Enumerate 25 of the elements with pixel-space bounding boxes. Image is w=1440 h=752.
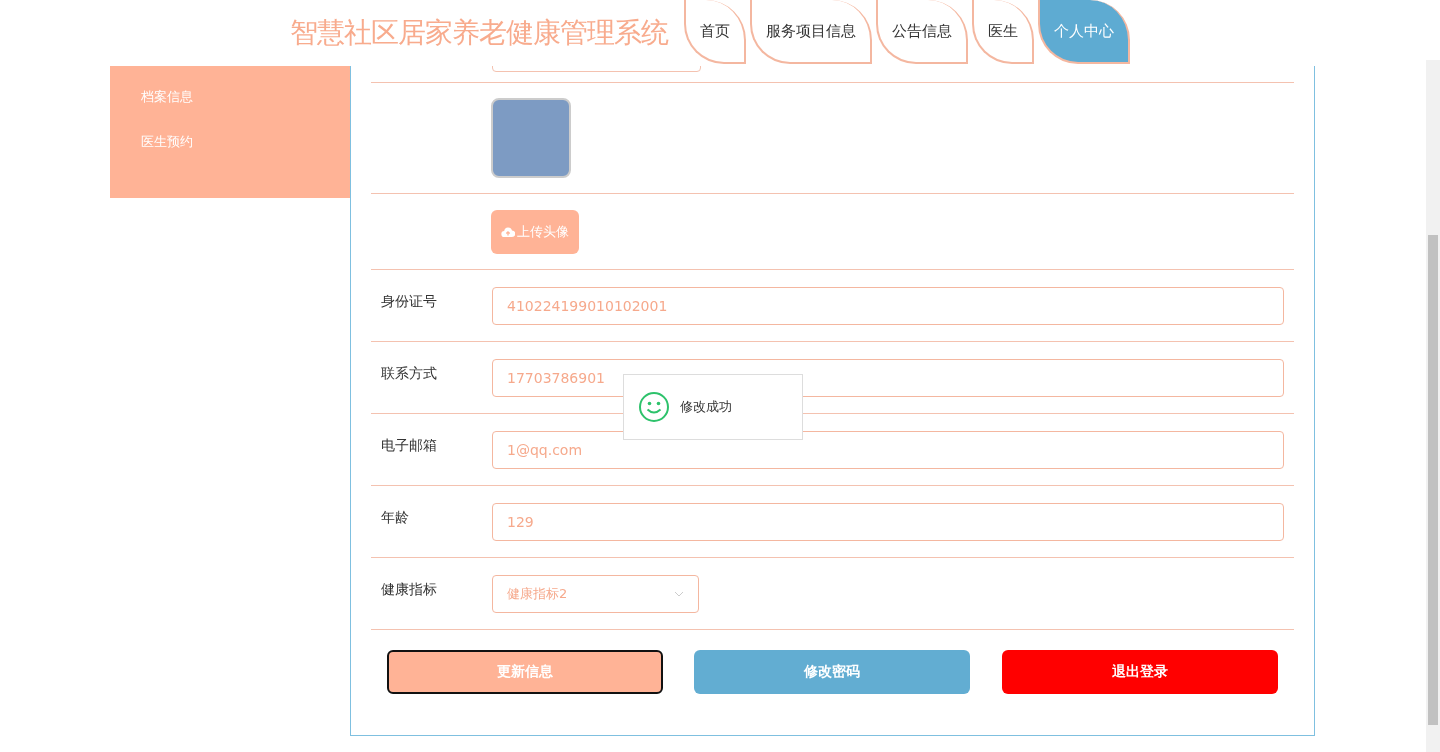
- upload-avatar-button[interactable]: 上传头像: [491, 209, 579, 254]
- action-button[interactable]: 更新信息: [386, 650, 663, 694]
- nav-tab[interactable]: 服务项目信息: [750, 0, 872, 64]
- sidebar-item[interactable]: 档案信息: [141, 88, 350, 106]
- field-label: 健康指标: [381, 580, 438, 599]
- scrollbar[interactable]: [1426, 60, 1440, 752]
- cloud-upload-icon: [501, 225, 515, 238]
- field-label: 电子邮箱: [381, 436, 438, 455]
- toast-text: 修改成功: [680, 398, 732, 416]
- sidebar-item[interactable]: 医生预约: [141, 133, 350, 151]
- input-field[interactable]: 129: [492, 502, 1284, 541]
- field-label: 年龄: [381, 508, 410, 527]
- nav-tab[interactable]: 医生: [972, 0, 1034, 64]
- field-label: 身份证号: [381, 292, 438, 311]
- nav-tab[interactable]: 个人中心: [1038, 0, 1130, 64]
- select-field[interactable]: 健康指标2: [492, 574, 699, 613]
- smiley-icon: [638, 391, 670, 423]
- action-button[interactable]: 修改密码: [694, 650, 971, 694]
- chevron-down-icon: [674, 590, 684, 597]
- field-label: 联系方式: [381, 364, 438, 383]
- action-button[interactable]: 退出登录: [1002, 650, 1279, 694]
- nav-tab[interactable]: 公告信息: [876, 0, 968, 64]
- input-field[interactable]: 410224199010102001: [492, 286, 1284, 325]
- site-title: 智慧社区居家养老健康管理系统: [290, 15, 668, 51]
- nav-tab[interactable]: 首页: [684, 0, 746, 64]
